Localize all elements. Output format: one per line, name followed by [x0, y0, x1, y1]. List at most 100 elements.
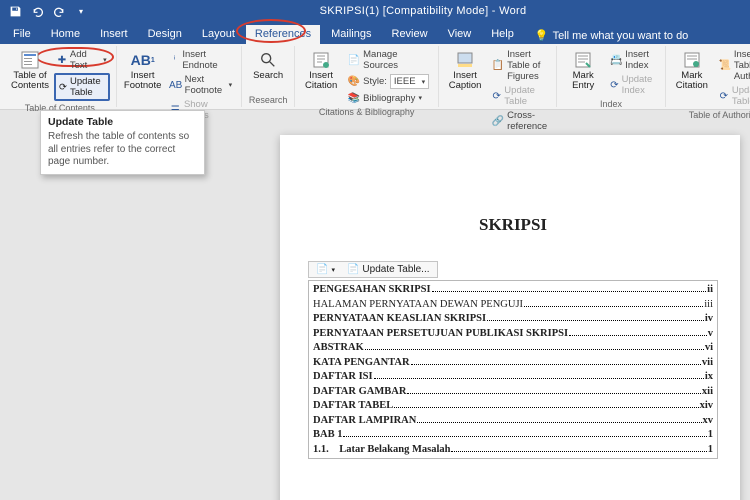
- toc-field-update-button[interactable]: 📄Update Table...: [344, 264, 433, 275]
- style-selector[interactable]: 🎨 Style: IEEE▾: [345, 73, 432, 90]
- update-index-button[interactable]: ⟳Update Index: [607, 73, 659, 97]
- group-index: Mark Entry 📇Insert Index ⟳Update Index I…: [556, 46, 665, 107]
- qat-customize-icon[interactable]: ▾: [72, 2, 90, 20]
- toc-leader-dots: [569, 335, 707, 336]
- toc-leader-dots: [417, 422, 701, 423]
- ribbon-tabs: File Home Insert Design Layout Reference…: [0, 22, 750, 44]
- insert-index-button[interactable]: 📇Insert Index: [607, 48, 659, 72]
- toa-update-icon: ⟳: [719, 90, 729, 102]
- toc-entry[interactable]: ABSTRAKvi: [313, 342, 713, 357]
- insert-endnote-button[interactable]: ⁱInsert Endnote: [167, 48, 236, 72]
- update-table-tooltip: Update Table Refresh the table of conten…: [40, 110, 205, 175]
- toc-entry-text: DAFTAR LAMPIRAN: [313, 415, 416, 426]
- toc-leader-dots: [487, 320, 704, 321]
- toc-entry-page: v: [708, 328, 713, 339]
- style-dropdown[interactable]: IEEE▾: [390, 74, 429, 89]
- tab-mailings[interactable]: Mailings: [322, 25, 380, 44]
- toc-entry[interactable]: DAFTAR TABEL xiv: [313, 400, 713, 415]
- tab-file[interactable]: File: [4, 25, 40, 44]
- tab-help[interactable]: Help: [482, 25, 523, 44]
- add-text-label: Add Text: [70, 49, 100, 71]
- table-of-contents-field[interactable]: PENGESAHAN SKRIPSIiiHALAMAN PERNYATAAN D…: [308, 280, 718, 459]
- toc-entry-page: vi: [705, 342, 713, 353]
- mark-citation-button[interactable]: Mark Citation: [672, 48, 712, 93]
- tof-icon: 📋: [492, 60, 504, 72]
- toc-options-icon: 📄: [316, 264, 328, 275]
- tooltip-title: Update Table: [48, 116, 197, 128]
- toc-entry[interactable]: PERNYATAAN PERSETUJUAN PUBLIKASI SKRIPSI…: [313, 328, 713, 343]
- insert-endnote-label: Insert Endnote: [182, 49, 232, 71]
- captions-update-label: Update Table: [504, 85, 547, 107]
- toc-button-label: Table of Contents: [11, 71, 49, 91]
- toc-entry-text: DAFTAR TABEL: [313, 400, 393, 411]
- style-value: IEEE: [394, 76, 416, 87]
- redo-icon[interactable]: [50, 2, 68, 20]
- next-footnote-button[interactable]: ABNext Footnote▾: [167, 73, 236, 97]
- toc-leader-dots: [451, 451, 706, 452]
- bibliography-button[interactable]: 📚Bibliography▾: [345, 91, 432, 105]
- insert-toa-icon: 📜: [719, 60, 731, 72]
- toc-entry-text: PERNYATAAN KEASLIAN SKRIPSI: [313, 313, 486, 324]
- insert-tof-button[interactable]: 📋Insert Table of Figures: [489, 48, 550, 83]
- insert-toa-label: Insert Table of Authorities: [734, 49, 750, 82]
- toc-entry-page: iv: [705, 313, 713, 324]
- toc-entry[interactable]: HALAMAN PERNYATAAN DEWAN PENGUJIiii: [313, 299, 713, 314]
- tab-design[interactable]: Design: [139, 25, 191, 44]
- tab-layout[interactable]: Layout: [193, 25, 244, 44]
- toc-entry[interactable]: BAB 11: [313, 429, 713, 444]
- bibliography-icon: 📚: [348, 92, 360, 104]
- insert-caption-button[interactable]: Insert Caption: [445, 48, 485, 93]
- add-text-button[interactable]: ✚Add Text▾: [54, 48, 110, 72]
- tab-insert[interactable]: Insert: [91, 25, 137, 44]
- toc-leader-dots: [394, 407, 698, 408]
- document-workspace: Update Table Refresh the table of conten…: [0, 110, 750, 500]
- insert-caption-label: Insert Caption: [449, 71, 482, 91]
- toc-leader-dots: [374, 378, 704, 379]
- insert-footnote-label: Insert Footnote: [124, 71, 162, 91]
- update-table-button[interactable]: ⟳Update Table: [54, 73, 110, 101]
- insert-index-icon: 📇: [610, 54, 622, 66]
- search-button[interactable]: Search: [248, 48, 288, 83]
- captions-update-button[interactable]: ⟳Update Table: [489, 84, 550, 108]
- document-page[interactable]: SKRIPSI 📄▾ 📄Update Table... PENGESAHAN S…: [280, 135, 740, 500]
- search-icon: [258, 50, 278, 70]
- toc-entry-text: 1.1. Latar Belakang Masalah: [313, 444, 450, 455]
- toc-leader-dots: [524, 306, 703, 307]
- lightbulb-icon: 💡: [535, 29, 549, 42]
- group-research: Search Research: [241, 46, 294, 107]
- undo-icon[interactable]: [28, 2, 46, 20]
- tab-home[interactable]: Home: [42, 25, 89, 44]
- mark-entry-button[interactable]: Mark Entry: [563, 48, 603, 93]
- toc-field-options-button[interactable]: 📄▾: [313, 264, 338, 275]
- style-label: Style:: [363, 76, 387, 87]
- toc-entry[interactable]: PERNYATAAN KEASLIAN SKRIPSI iv: [313, 313, 713, 328]
- toc-entry[interactable]: DAFTAR LAMPIRANxv: [313, 415, 713, 430]
- toc-entry[interactable]: DAFTAR ISIix: [313, 371, 713, 386]
- toc-entry-page: xiv: [700, 400, 713, 411]
- toc-entry[interactable]: 1.1. Latar Belakang Masalah1: [313, 444, 713, 459]
- table-of-contents-button[interactable]: Table of Contents: [10, 48, 50, 93]
- tab-references[interactable]: References: [246, 25, 320, 44]
- save-icon[interactable]: [6, 2, 24, 20]
- toc-entry[interactable]: DAFTAR GAMBARxii: [313, 386, 713, 401]
- tab-view[interactable]: View: [439, 25, 481, 44]
- next-footnote-label: Next Footnote: [185, 74, 226, 96]
- insert-tof-label: Insert Table of Figures: [507, 49, 547, 82]
- toc-leader-dots: [432, 291, 707, 292]
- toc-entry-page: 1: [708, 429, 713, 440]
- tab-review[interactable]: Review: [383, 25, 437, 44]
- manage-sources-button[interactable]: 📄Manage Sources: [345, 48, 432, 72]
- insert-citation-button[interactable]: Insert Citation: [301, 48, 341, 93]
- toc-entry-page: vii: [702, 357, 713, 368]
- toc-entry-page: ii: [707, 284, 713, 295]
- quick-access-toolbar: ▾: [0, 0, 96, 22]
- insert-toa-button[interactable]: 📜Insert Table of Authorities: [716, 48, 750, 83]
- toa-update-button[interactable]: ⟳Update Table: [716, 84, 750, 108]
- toc-entry[interactable]: KATA PENGANTARvii: [313, 357, 713, 372]
- toc-entry[interactable]: PENGESAHAN SKRIPSIii: [313, 284, 713, 299]
- toc-entry-text: HALAMAN PERNYATAAN DEWAN PENGUJI: [313, 299, 523, 310]
- insert-footnote-button[interactable]: AB1 Insert Footnote: [123, 48, 163, 93]
- group-footnotes: AB1 Insert Footnote ⁱInsert Endnote ABNe…: [116, 46, 242, 107]
- ribbon: Table of Contents ✚Add Text▾ ⟳Update Tab…: [0, 44, 750, 110]
- tell-me-search[interactable]: 💡 Tell me what you want to do: [525, 29, 698, 44]
